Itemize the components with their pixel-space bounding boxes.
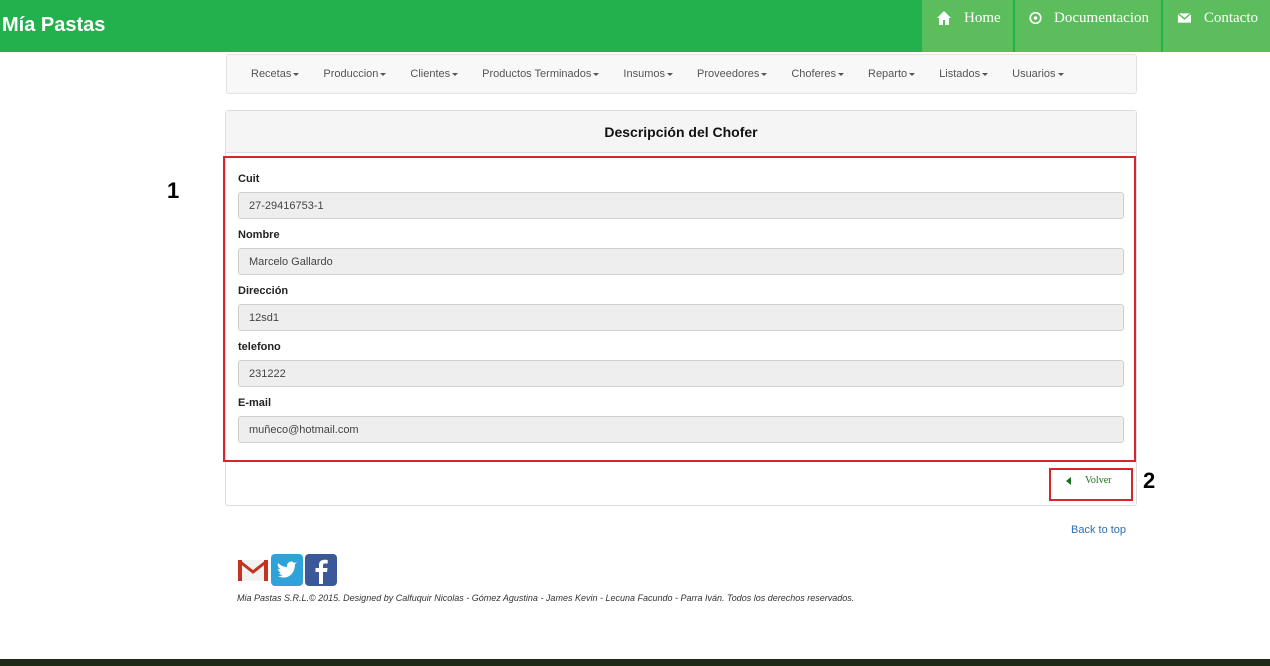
footer-text: Mia Pastas S.R.L.© 2015. Designed by Cal… <box>237 593 855 603</box>
caret-down-icon <box>380 72 387 76</box>
menu-reparto[interactable]: Reparto <box>868 68 916 80</box>
field-direccion: Dirección 12sd1 <box>238 285 1124 331</box>
volver-button[interactable]: Volver <box>1066 475 1111 486</box>
nav-documentacion-label: Documentacion <box>1054 10 1149 26</box>
caret-down-icon <box>293 72 300 76</box>
menu-produccion[interactable]: Produccion <box>323 68 387 80</box>
field-label: Cuit <box>238 173 260 185</box>
caret-down-icon <box>982 72 989 76</box>
menu-productos-terminados[interactable]: Productos Terminados <box>482 68 600 80</box>
top-navbar: Mía Pastas Home Documentacion Contacto <box>0 0 1270 52</box>
nav-home-label: Home <box>964 10 1001 26</box>
info-circle-icon <box>1029 11 1042 25</box>
main-menu: Recetas Produccion Clientes Productos Te… <box>226 54 1137 94</box>
menu-listados[interactable]: Listados <box>939 68 989 80</box>
menu-label: Listados <box>939 68 981 80</box>
field-label: Nombre <box>238 229 280 241</box>
menu-label: Produccion <box>323 68 379 80</box>
annotation-number-1: 1 <box>167 178 180 203</box>
field-cuit: Cuit 27-29416753-1 <box>238 173 1124 219</box>
menu-usuarios[interactable]: Usuarios <box>1012 68 1064 80</box>
back-to-top-link[interactable]: Back to top <box>1071 524 1126 536</box>
chevron-left-icon <box>1066 476 1071 485</box>
top-nav: Home Documentacion Contacto <box>920 0 1270 52</box>
menu-proveedores[interactable]: Proveedores <box>696 68 768 80</box>
menu-label: Proveedores <box>696 68 760 80</box>
menu-clientes[interactable]: Clientes <box>410 68 459 80</box>
nav-contacto-label: Contacto <box>1203 10 1258 26</box>
menu-recetas[interactable]: Recetas <box>251 68 300 80</box>
chofer-panel: Descripción del Chofer Cuit 27-29416753-… <box>223 110 1137 506</box>
nav-documentacion[interactable]: Documentacion <box>1015 0 1161 52</box>
home-icon <box>937 11 951 25</box>
menu-insumos[interactable]: Insumos <box>623 68 673 80</box>
envelope-icon <box>1177 12 1192 23</box>
menu-label: Choferes <box>791 68 836 80</box>
caret-down-icon <box>838 72 844 76</box>
field-label: Dirección <box>238 285 289 297</box>
panel-header: Descripción del Chofer <box>226 111 1136 153</box>
caret-down-icon <box>909 72 916 76</box>
social-links <box>237 554 339 586</box>
caret-down-icon <box>666 72 673 76</box>
gmail-icon[interactable] <box>237 554 269 586</box>
chofer-form: Cuit 27-29416753-1 Nombre Marcelo Gallar… <box>238 173 1124 453</box>
brand-logo[interactable]: Mía Pastas <box>2 14 105 37</box>
menu-label: Insumos <box>623 68 665 80</box>
twitter-icon[interactable] <box>271 554 303 586</box>
field-telefono: telefono 231222 <box>238 341 1124 387</box>
caret-down-icon <box>593 72 600 76</box>
nav-contacto[interactable]: Contacto <box>1163 0 1270 52</box>
menu-label: Reparto <box>868 68 908 80</box>
annotation-number-2: 2 <box>1143 468 1156 493</box>
cuit-input[interactable]: 27-29416753-1 <box>238 192 1124 219</box>
menu-label: Recetas <box>251 68 292 80</box>
panel-title: Descripción del Chofer <box>604 123 758 140</box>
menu-label: Usuarios <box>1012 68 1056 80</box>
field-nombre: Nombre Marcelo Gallardo <box>238 229 1124 275</box>
field-label: telefono <box>238 341 281 353</box>
volver-label: Volver <box>1085 475 1112 486</box>
telefono-input[interactable]: 231222 <box>238 360 1124 387</box>
menu-choferes[interactable]: Choferes <box>791 68 844 80</box>
direccion-input[interactable]: 12sd1 <box>238 304 1124 331</box>
caret-down-icon <box>452 72 459 76</box>
field-email: E-mail muñeco@hotmail.com <box>238 397 1124 443</box>
caret-down-icon <box>1057 72 1064 76</box>
email-input[interactable]: muñeco@hotmail.com <box>238 416 1124 443</box>
menu-label: Clientes <box>410 68 451 80</box>
bottom-strip <box>0 659 1270 666</box>
facebook-icon[interactable] <box>305 554 337 586</box>
nav-home[interactable]: Home <box>922 0 1013 52</box>
nombre-input[interactable]: Marcelo Gallardo <box>238 248 1124 275</box>
menu-label: Productos Terminados <box>482 68 592 80</box>
caret-down-icon <box>761 72 768 76</box>
field-label: E-mail <box>238 397 272 409</box>
